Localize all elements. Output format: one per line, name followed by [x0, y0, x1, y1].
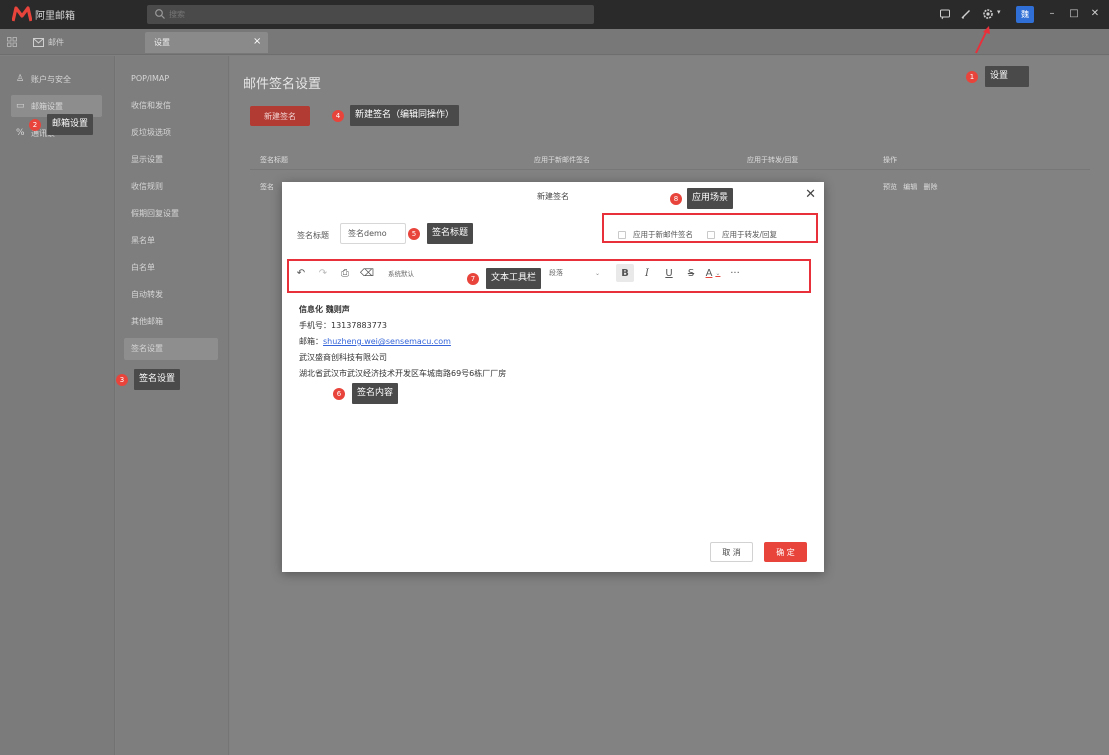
signature-email-link[interactable]: shuzheng.wei@sensemacu.com	[323, 337, 451, 346]
settings-sidebar: ♙ 账户与安全 ▭ 邮箱设置 % 通讯录	[0, 56, 115, 755]
subnav-item-signature[interactable]: 签名设置	[124, 338, 218, 360]
table-header: 签名标题 应用于新邮件签名 应用于转发/回复 操作	[250, 148, 1090, 170]
cancel-button[interactable]: 取 消	[710, 542, 753, 562]
signature-address: 湖北省武汉市武汉经济技术开发区车城南路69号6栋厂厂房	[299, 369, 507, 378]
subnav-item-send-receive[interactable]: 收信和发信	[124, 95, 218, 117]
page-title: 邮件签名设置	[243, 77, 322, 92]
chat-icon[interactable]	[939, 8, 951, 20]
search-box[interactable]	[147, 5, 594, 24]
annotation-number: 3	[116, 374, 128, 386]
window-close-button[interactable]: ✕	[1090, 9, 1100, 19]
annotation-number: 4	[332, 110, 344, 122]
sidebar-item-label: 邮箱设置	[31, 101, 63, 111]
tab-settings[interactable]: 设置 ×	[145, 32, 268, 53]
annotation-label: 邮箱设置	[47, 114, 94, 135]
signature-company: 武汉盛商创科技有限公司	[299, 353, 387, 362]
logo-icon	[12, 6, 32, 22]
subnav-item-vacation[interactable]: 假期回复设置	[124, 203, 218, 225]
annotation-label: 签名设置	[134, 369, 181, 390]
dialog-title: 新建签名	[537, 192, 569, 201]
edit-link[interactable]: 编辑	[903, 183, 917, 191]
edit-icon[interactable]	[960, 8, 972, 20]
column-header: 应用于转发/回复	[747, 156, 799, 164]
column-header: 操作	[883, 156, 897, 164]
subnav-item-other-mailbox[interactable]: 其他邮箱	[124, 311, 218, 333]
signature-title-input[interactable]	[340, 223, 406, 244]
user-icon: ♙	[16, 74, 25, 84]
annotation-label: 新建签名（编辑同操作）	[350, 105, 460, 126]
delete-link[interactable]: 删除	[923, 183, 937, 191]
annotation-number: 8	[670, 193, 682, 205]
tab-close-icon[interactable]: ×	[253, 36, 261, 47]
signature-title-label: 签名标题	[297, 231, 329, 240]
app-name: 阿里邮箱	[35, 10, 75, 22]
annotation-number: 7	[467, 273, 479, 285]
row-actions: 预览 编辑 删除	[883, 182, 941, 192]
gear-icon[interactable]	[982, 8, 994, 20]
confirm-button[interactable]: 确 定	[764, 542, 807, 562]
column-header: 应用于新邮件签名	[534, 156, 590, 164]
scenario-highlight-box	[602, 213, 818, 243]
mail-icon	[33, 37, 44, 47]
column-header: 签名标题	[260, 156, 288, 164]
mail-settings-icon: ▭	[16, 101, 25, 111]
new-signature-button[interactable]: 新建签名	[250, 106, 310, 126]
toolbar-highlight-box	[287, 259, 811, 293]
preview-link[interactable]: 预览	[883, 183, 897, 191]
minimize-button[interactable]: –	[1047, 9, 1057, 19]
annotation-number: 1	[966, 71, 978, 83]
subnav-item-whitelist[interactable]: 白名单	[124, 257, 218, 279]
signature-name-line: 信息化 魏则声	[299, 305, 350, 314]
signature-email-label: 邮箱：	[299, 337, 323, 346]
subnav-item-rules[interactable]: 收信规则	[124, 176, 218, 198]
close-icon[interactable]: ✕	[805, 188, 816, 202]
maximize-button[interactable]: □	[1069, 9, 1079, 19]
subnav-item-display[interactable]: 显示设置	[124, 149, 218, 171]
annotation-label: 签名内容	[352, 383, 399, 404]
sidebar-item-label: 账户与安全	[31, 74, 71, 84]
search-input[interactable]	[169, 7, 569, 22]
annotation-number: 2	[29, 119, 41, 131]
avatar[interactable]: 魏	[1016, 6, 1034, 23]
signature-phone: 手机号：13137883773	[299, 321, 387, 330]
tab-mail-label: 邮件	[48, 37, 64, 47]
subnav-item-auto-forward[interactable]: 自动转发	[124, 284, 218, 306]
annotation-label: 签名标题	[427, 223, 474, 244]
chevron-down-icon[interactable]: ▾	[997, 8, 1009, 20]
app-logo: 阿里邮箱	[12, 5, 75, 23]
title-bar: 阿里邮箱 ▾ 魏 – □ ✕	[0, 0, 1109, 29]
tab-mail[interactable]: 邮件	[33, 34, 64, 50]
sidebar-item-account-security[interactable]: ♙ 账户与安全	[11, 68, 102, 90]
signature-content-editor[interactable]: 信息化 魏则声 手机号：13137883773 邮箱：shuzheng.wei@…	[299, 302, 506, 382]
annotation-label: 文本工具栏	[486, 268, 542, 289]
search-icon	[155, 9, 165, 19]
settings-subnav: POP/IMAP 收信和发信 反垃圾选项 显示设置 收信规则 假期回复设置 黑名…	[116, 56, 229, 755]
annotation-label: 设置	[985, 66, 1029, 87]
annotation-number: 5	[408, 228, 420, 240]
signature-title-cell: 签名	[260, 183, 274, 191]
tab-bar: 邮件 设置 ×	[0, 29, 1109, 55]
grid-icon[interactable]	[7, 37, 17, 47]
arrow-icon	[975, 26, 990, 54]
tab-settings-label: 设置	[154, 38, 170, 47]
subnav-item-pop-imap[interactable]: POP/IMAP	[124, 68, 218, 90]
subnav-item-blacklist[interactable]: 黑名单	[124, 230, 218, 252]
signature-email-line: 邮箱：shuzheng.wei@sensemacu.com	[299, 334, 506, 350]
subnav-item-antispam[interactable]: 反垃圾选项	[124, 122, 218, 144]
annotation-number: 6	[333, 388, 345, 400]
annotation-label: 应用场景	[687, 188, 734, 209]
contacts-icon: %	[16, 128, 25, 138]
